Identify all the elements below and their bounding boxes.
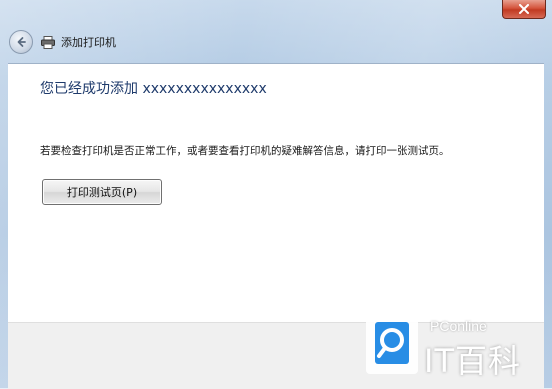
watermark-label: IT百科 <box>424 342 521 380</box>
success-heading: 您已经成功添加 xxxxxxxxxxxxxxx <box>40 81 267 97</box>
description-text: 若要检查打印机是否正常工作，或者要查看打印机的疑难解答信息，请打印一张测试页。 <box>40 145 450 157</box>
close-icon <box>519 4 529 14</box>
watermark: PConline IT百科 <box>364 296 544 388</box>
close-button[interactable] <box>502 0 546 19</box>
printer-icon <box>41 34 57 50</box>
back-button[interactable] <box>9 30 33 54</box>
print-test-page-button[interactable]: 打印测试页(P) <box>42 179 162 205</box>
watermark-logo-icon <box>366 312 418 374</box>
back-arrow-icon <box>17 37 26 47</box>
title-bar: 添加打印机 <box>6 28 546 56</box>
watermark-brand: PConline <box>430 318 487 334</box>
window-title: 添加打印机 <box>61 36 116 49</box>
